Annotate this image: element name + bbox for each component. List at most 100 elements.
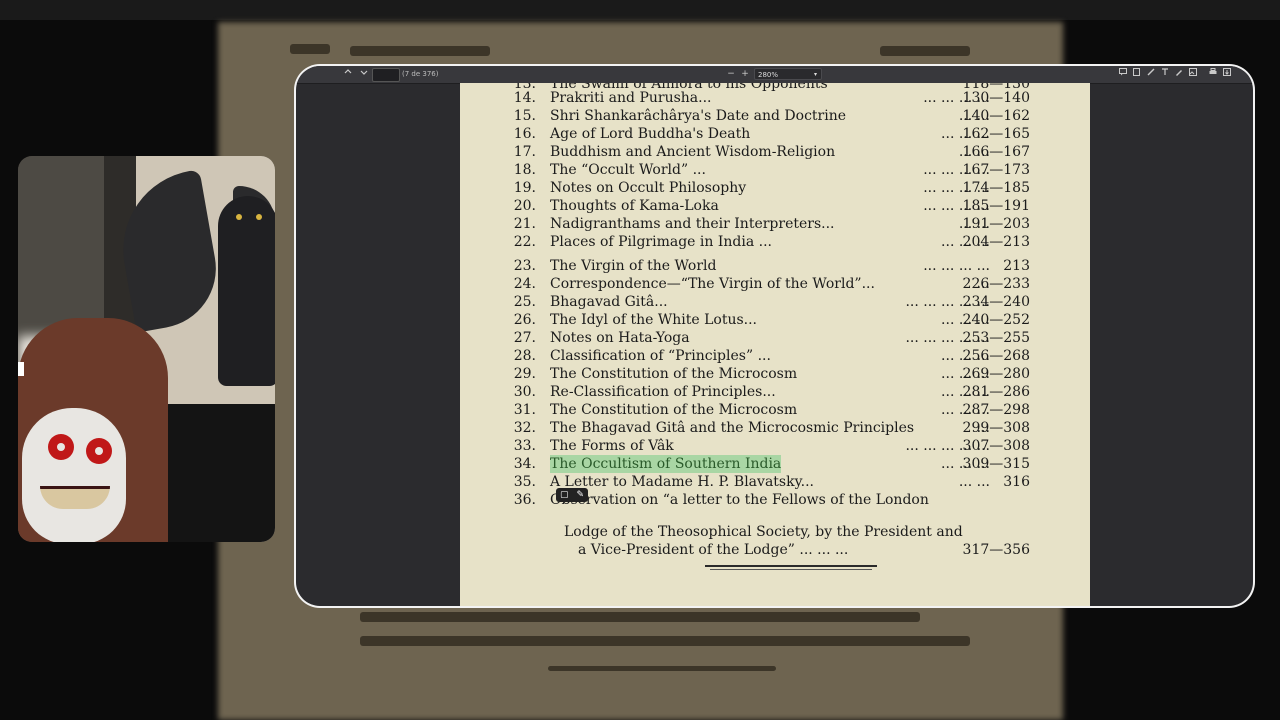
- toc-title: Nadigranthams and their Interpreters...: [550, 216, 835, 232]
- toc-page-range: 213: [1003, 258, 1030, 274]
- toc-page-range: 316: [1003, 474, 1030, 490]
- zoom-select[interactable]: 280% ▾: [754, 68, 822, 80]
- toc-number: 19.: [513, 180, 536, 196]
- chevron-down-icon: ▾: [813, 71, 817, 78]
- highlight-tool-button[interactable]: [1146, 68, 1156, 81]
- pen-icon[interactable]: ✎: [576, 490, 584, 500]
- toc-row: 15. Shri Shankarâchârya's Date and Doctri…: [460, 107, 1090, 125]
- toc-page-range: 317—356: [962, 542, 1030, 558]
- toc-title: Notes on Occult Philosophy: [550, 180, 747, 196]
- end-rule: [705, 565, 877, 567]
- toc-title: Age of Lord Buddha's Death: [550, 126, 751, 142]
- toc-row: 14. Prakriti and Purusha...... ... ... ..…: [460, 89, 1090, 107]
- toc-page-range: 167—173: [962, 162, 1030, 178]
- print-button[interactable]: [1208, 68, 1218, 81]
- toc-page-range: 166—167: [962, 144, 1030, 160]
- toc-row: 21. Nadigranthams and their Interpreters.…: [460, 215, 1090, 233]
- toc-number: 29.: [513, 366, 536, 382]
- edit-tool-button[interactable]: [1132, 68, 1142, 81]
- pen-icon: [1176, 70, 1182, 76]
- webcam-edge-mark: [18, 362, 24, 376]
- zoom-out-button[interactable]: −: [726, 68, 736, 81]
- toc-number: 25.: [513, 294, 536, 310]
- background-text-line: [360, 612, 920, 622]
- toc-number: 17.: [513, 144, 536, 160]
- toc-page-range: 162—165: [962, 126, 1030, 142]
- toc-row: 19. Notes on Occult Philosophy... ... ...…: [460, 179, 1090, 197]
- toc-title: Prakriti and Purusha...: [550, 90, 712, 106]
- toc-page-range: 307—308: [962, 438, 1030, 454]
- toc-number: 16.: [513, 126, 536, 142]
- toc-row: 26. The Idyl of the White Lotus...... ...…: [460, 311, 1090, 329]
- toc-row: 16. Age of Lord Buddha's Death... ... ...…: [460, 125, 1090, 143]
- download-icon: [1223, 68, 1231, 76]
- previous-page-button[interactable]: [342, 68, 354, 81]
- toc-page-range: 281—286: [962, 384, 1030, 400]
- toc-page-range: 191—203: [962, 216, 1030, 232]
- background-text-line: [880, 46, 970, 56]
- toc-row: 24. Correspondence—“The Virgin of the Wor…: [460, 275, 1090, 293]
- background-text-line: [290, 44, 330, 54]
- end-rule: [710, 569, 872, 570]
- toc-number: 27.: [513, 330, 536, 346]
- background-topbar: [0, 0, 1280, 20]
- toc-page-range: 309—315: [962, 456, 1030, 472]
- zoom-in-button[interactable]: +: [740, 68, 750, 81]
- image-icon: [1189, 68, 1197, 76]
- toc-row: 31. The Constitution of the Microcosm... …: [460, 401, 1090, 419]
- toc-continuation-line: Lodge of the Theosophical Society, by th…: [564, 524, 963, 540]
- text-icon: [1162, 68, 1168, 75]
- toc-title: Shri Shankarâchârya's Date and Doctrine: [550, 108, 847, 124]
- toc-title: The Idyl of the White Lotus...: [550, 312, 758, 328]
- toc-number: 26.: [513, 312, 536, 328]
- toc-page-range: 287—298: [962, 402, 1030, 418]
- page-number-input[interactable]: [372, 68, 400, 82]
- toc-title: A Letter to Madame H. P. Blavatsky...: [550, 474, 814, 490]
- webcam-overlay: [18, 156, 275, 542]
- toc-title: The Bhagavad Gitâ and the Microcosmic Pr…: [550, 420, 915, 436]
- toc-number: 18.: [513, 162, 536, 178]
- webcam-mask-face: [22, 408, 126, 542]
- toc-title: Notes on Hata-Yoga: [550, 330, 690, 346]
- text-tool-button[interactable]: [1160, 68, 1170, 81]
- toc-page-range: 130—140: [962, 90, 1030, 106]
- toc-title-highlighted: The Occultism of Southern India: [550, 455, 782, 473]
- print-icon: [1209, 68, 1217, 74]
- toc-number: 21.: [513, 216, 536, 232]
- draw-tool-button[interactable]: [1174, 68, 1184, 81]
- image-tool-button[interactable]: [1188, 68, 1198, 81]
- toc-page-range: 256—268: [962, 348, 1030, 364]
- comment-icon[interactable]: ▢: [560, 490, 569, 500]
- toc-title: Thoughts of Kama-Loka: [550, 198, 719, 214]
- background-rule: [548, 666, 776, 671]
- toc-row: 17. Buddhism and Ancient Wisdom-Religion.…: [460, 143, 1090, 161]
- pdf-viewer-window: (7 de 376) − + 280% ▾ 13. The Swami of A…: [296, 66, 1253, 606]
- painting-cat-eye: [256, 214, 262, 220]
- viewer-toolbar: (7 de 376) − + 280% ▾: [296, 66, 1253, 84]
- toc-number: 14.: [513, 90, 536, 106]
- toc-title: Places of Pilgrimage in India ...: [550, 234, 772, 250]
- next-page-button[interactable]: [358, 68, 370, 81]
- toc-number: 32.: [513, 420, 536, 436]
- toc-row: 36. Observation on “a letter to the Fello…: [460, 491, 1090, 509]
- toc-number: 22.: [513, 234, 536, 250]
- save-button[interactable]: [1222, 68, 1232, 81]
- toc-row: 34. The Occultism of Southern India... ..…: [460, 455, 1090, 473]
- toc-title: The Constitution of the Microcosm: [550, 366, 798, 382]
- annotation-popup[interactable]: ▢ ✎: [556, 488, 588, 502]
- toc-row: 28. Classification of “Principles” ......…: [460, 347, 1090, 365]
- comment-tool-button[interactable]: [1118, 68, 1128, 81]
- background-text-line: [350, 46, 490, 56]
- toc-number: 31.: [513, 402, 536, 418]
- chevron-down-icon: [360, 70, 368, 75]
- toc-title: The Constitution of the Microcosm: [550, 402, 798, 418]
- toc-row: 32. The Bhagavad Gitâ and the Microcosmic…: [460, 419, 1090, 437]
- toc-page-range: 185—191: [962, 198, 1030, 214]
- toc-page-range: 226—233: [962, 276, 1030, 292]
- toc-row: 20. Thoughts of Kama-Loka... ... ... ... 1…: [460, 197, 1090, 215]
- toc-number: 33.: [513, 438, 536, 454]
- toc-number: 35.: [513, 474, 536, 490]
- toc-title: Observation on “a letter to the Fellows …: [550, 492, 929, 508]
- toc-row: 30. Re-Classification of Principles......…: [460, 383, 1090, 401]
- toc-title: Classification of “Principles” ...: [550, 348, 771, 364]
